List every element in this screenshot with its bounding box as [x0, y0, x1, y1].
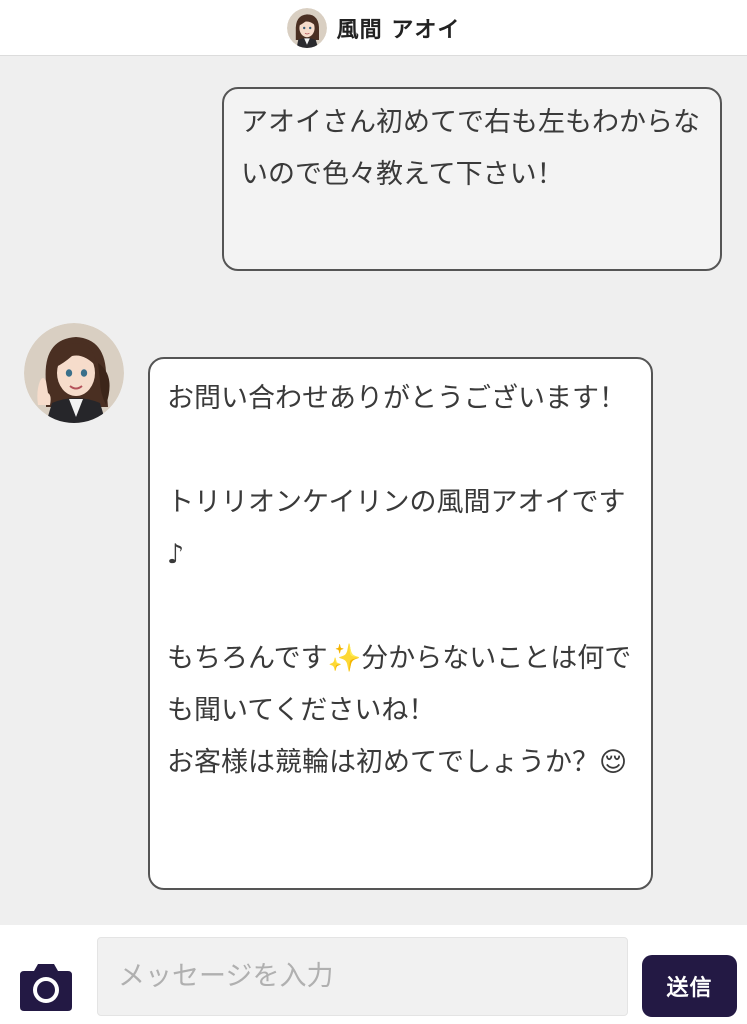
- message-composer: 送信: [0, 925, 747, 1024]
- message-input[interactable]: [97, 937, 628, 1016]
- bot-avatar-icon: [24, 323, 124, 423]
- bot-message-bubble: お問い合わせありがとうございます！ トリリオンケイリンの風間アオイです♪ もちろ…: [148, 357, 653, 890]
- header-avatar-icon: [286, 7, 327, 48]
- camera-icon[interactable]: [16, 961, 76, 1015]
- user-message-bubble: アオイさん初めてで右も左もわからないので色々教えて下さい！: [222, 87, 722, 271]
- chat-header: 風間 アオイ: [0, 0, 747, 56]
- chat-thread[interactable]: アオイさん初めてで右も左もわからないので色々教えて下さい！ お問い合わせありがと…: [0, 57, 747, 925]
- contact-name: 風間 アオイ: [336, 17, 461, 43]
- header-contact: 風間 アオイ: [286, 7, 461, 48]
- send-button[interactable]: 送信: [642, 955, 737, 1017]
